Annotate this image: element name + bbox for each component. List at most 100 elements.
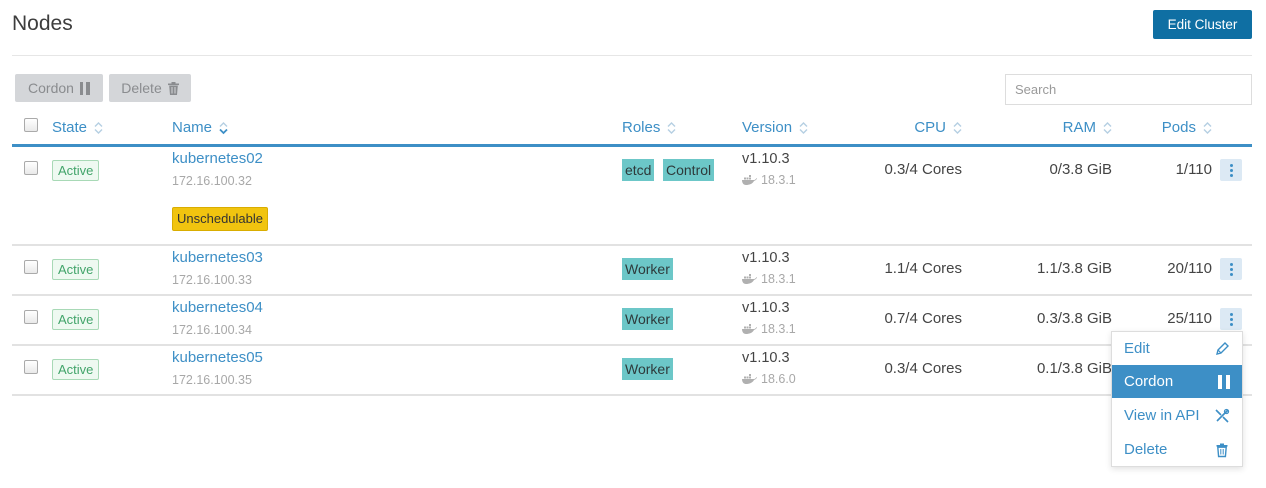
- column-header-state-label: State: [52, 119, 88, 136]
- unschedulable-badge: Unschedulable: [172, 207, 269, 231]
- node-ip: 172.16.100.34: [172, 323, 252, 337]
- role-tag: Worker: [622, 258, 673, 280]
- ram-usage: 0/3.8 GiB: [1049, 161, 1112, 178]
- sort-descending-icon: [219, 121, 228, 134]
- docker-version-label: 18.3.1: [761, 322, 796, 336]
- docker-version: 18.6.0: [742, 372, 796, 386]
- edit-cluster-button[interactable]: Edit Cluster: [1153, 10, 1252, 39]
- pod-count: 25/110: [1167, 310, 1212, 327]
- row-checkbox[interactable]: [24, 360, 38, 374]
- docker-version: 18.3.1: [742, 173, 796, 187]
- status-badge: Active: [52, 359, 100, 380]
- sort-icon: [1203, 121, 1212, 134]
- sort-icon: [667, 121, 676, 134]
- sort-icon: [799, 121, 808, 134]
- node-name-link[interactable]: kubernetes03: [172, 249, 263, 266]
- tools-icon: [1215, 408, 1230, 423]
- docker-version: 18.3.1: [742, 322, 796, 336]
- pause-icon: [79, 81, 90, 95]
- column-header-state[interactable]: State: [52, 119, 103, 136]
- column-header-version-label: Version: [742, 119, 793, 136]
- docker-icon: [742, 324, 757, 334]
- title-divider: [12, 55, 1252, 56]
- docker-version-label: 18.3.1: [761, 272, 796, 286]
- search-input[interactable]: [1005, 74, 1252, 105]
- row-checkbox[interactable]: [24, 310, 38, 324]
- pod-count: 1/110: [1175, 161, 1212, 178]
- sort-icon: [94, 121, 103, 134]
- cpu-usage: 0.3/4 Cores: [884, 360, 962, 377]
- select-all-checkbox[interactable]: [24, 118, 38, 132]
- menu-item-label: Cordon: [1124, 373, 1174, 390]
- kubernetes-version: v1.10.3: [742, 350, 790, 366]
- role-tag: etcd: [622, 159, 655, 181]
- menu-item-edit[interactable]: Edit: [1112, 332, 1242, 365]
- cpu-usage: 0.7/4 Cores: [884, 310, 962, 327]
- node-ip: 172.16.100.32: [172, 174, 252, 188]
- status-badge: Active: [52, 309, 100, 330]
- status-badge: Active: [52, 259, 100, 280]
- column-header-name-label: Name: [172, 119, 213, 136]
- docker-version-label: 18.6.0: [761, 372, 796, 386]
- column-header-name[interactable]: Name: [172, 119, 228, 136]
- column-header-pods[interactable]: Pods: [1130, 119, 1212, 136]
- docker-icon: [742, 175, 757, 185]
- ram-usage: 1.1/3.8 GiB: [1036, 260, 1112, 277]
- node-name-link[interactable]: kubernetes02: [172, 150, 263, 167]
- row-actions-menu: Edit Cordon View in API Delete: [1111, 331, 1243, 467]
- menu-item-label: Delete: [1124, 441, 1168, 458]
- column-header-pods-label: Pods: [1161, 119, 1196, 136]
- cordon-bulk-label: Cordon: [28, 80, 74, 96]
- column-header-ram-label: RAM: [1062, 119, 1096, 136]
- node-ip: 172.16.100.33: [172, 273, 252, 287]
- row-divider: [12, 244, 1252, 246]
- row-actions-button[interactable]: [1220, 308, 1242, 330]
- pencil-icon: [1216, 341, 1229, 355]
- row-checkbox[interactable]: [24, 161, 38, 175]
- role-tag: Worker: [622, 358, 673, 380]
- docker-version-label: 18.3.1: [761, 173, 796, 187]
- delete-bulk-label: Delete: [121, 80, 162, 96]
- column-header-roles[interactable]: Roles: [622, 119, 676, 136]
- menu-item-cordon[interactable]: Cordon: [1112, 365, 1242, 398]
- menu-item-label: Edit: [1124, 340, 1150, 357]
- ram-usage: 0.3/3.8 GiB: [1036, 310, 1112, 327]
- row-actions-button[interactable]: [1220, 258, 1242, 280]
- kubernetes-version: v1.10.3: [742, 250, 790, 266]
- row-divider: [12, 344, 1252, 346]
- kubernetes-version: v1.10.3: [742, 151, 790, 167]
- column-header-version[interactable]: Version: [742, 119, 808, 136]
- node-ip: 172.16.100.35: [172, 373, 252, 387]
- menu-item-view-in-api[interactable]: View in API: [1112, 399, 1242, 432]
- cpu-usage: 0.3/4 Cores: [884, 161, 962, 178]
- row-checkbox[interactable]: [24, 260, 38, 274]
- column-header-roles-label: Roles: [622, 119, 661, 136]
- trash-icon: [167, 81, 179, 95]
- row-actions-button[interactable]: [1220, 159, 1242, 181]
- table-header-divider: [12, 144, 1252, 147]
- column-header-cpu-label: CPU: [914, 119, 946, 136]
- menu-item-delete[interactable]: Delete: [1112, 433, 1242, 466]
- docker-version: 18.3.1: [742, 272, 796, 286]
- row-divider: [12, 394, 1252, 396]
- ram-usage: 0.1/3.8 GiB: [1036, 360, 1112, 377]
- cpu-usage: 1.1/4 Cores: [884, 260, 962, 277]
- trash-icon: [1216, 443, 1228, 457]
- column-header-ram[interactable]: RAM: [1030, 119, 1112, 136]
- delete-bulk-button[interactable]: Delete: [109, 74, 191, 102]
- sort-icon: [953, 121, 962, 134]
- menu-item-label: View in API: [1124, 407, 1200, 424]
- status-badge: Active: [52, 160, 100, 181]
- pod-count: 20/110: [1167, 260, 1212, 277]
- role-tag: Worker: [622, 308, 673, 330]
- cordon-bulk-button[interactable]: Cordon: [15, 74, 103, 102]
- node-name-link[interactable]: kubernetes04: [172, 299, 263, 316]
- docker-icon: [742, 374, 757, 384]
- node-name-link[interactable]: kubernetes05: [172, 349, 263, 366]
- row-divider: [12, 294, 1252, 296]
- role-tag: Control: [663, 159, 715, 181]
- sort-icon: [1103, 121, 1112, 134]
- column-header-cpu[interactable]: CPU: [880, 119, 962, 136]
- pause-icon: [1218, 374, 1230, 389]
- page-title: Nodes: [12, 12, 73, 35]
